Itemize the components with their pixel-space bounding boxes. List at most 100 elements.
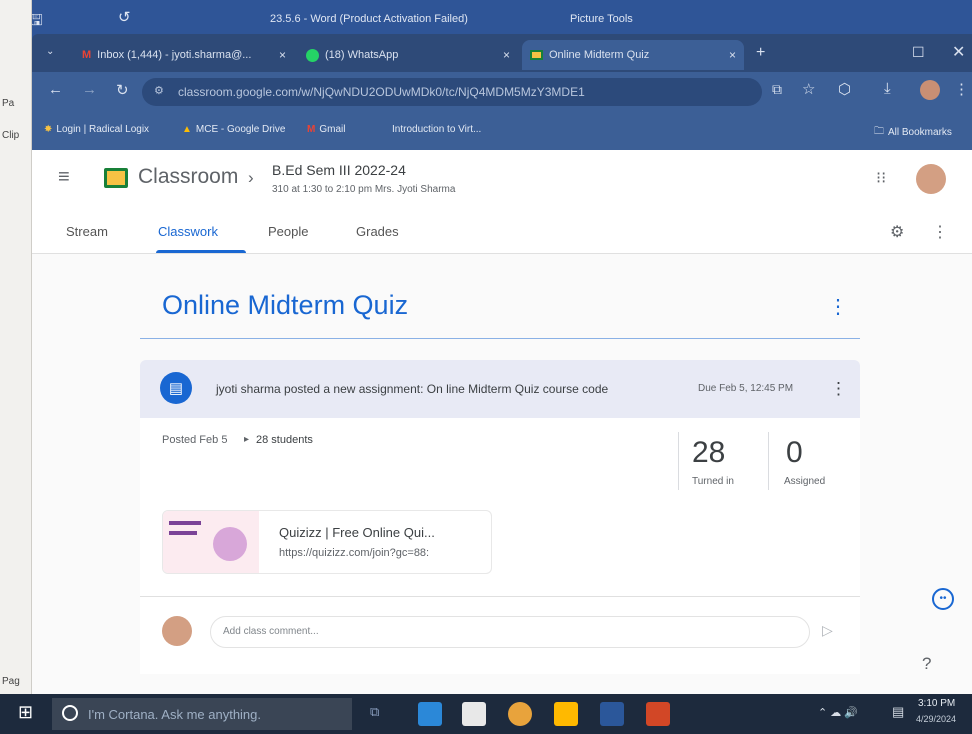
bookmarks-bar: ✸ Login | Radical Logix ▲ MCE - Google Dri… [32,112,972,150]
word-title: 23.5.6 - Word (Product Activation Failed… [270,13,468,25]
bookmark-mce-drive[interactable]: ▲ MCE - Google Drive [182,124,285,135]
tab-whatsapp-label: (18) WhatsApp [325,49,399,61]
active-tab-indicator [156,250,246,253]
edge-icon[interactable] [418,702,442,726]
reload-icon[interactable]: ↻ [116,81,129,99]
due-date: Due Feb 5, 12:45 PM [698,383,794,394]
file-explorer-icon[interactable] [554,702,578,726]
more-options-icon[interactable]: ⋮ [932,222,948,242]
store-icon[interactable] [462,702,486,726]
windows-taskbar: ⊞ I'm Cortana. Ask me anything. ⧉ ⌃ ☁ 🔊 … [0,694,972,734]
main-menu-icon[interactable]: ≡ [58,166,70,189]
radical-logix-icon: ✸ [44,124,53,135]
turned-in-count[interactable]: 28 [692,436,725,470]
send-icon[interactable]: ▷ [822,622,833,639]
gmail-icon: M [82,49,92,61]
tab-people[interactable]: People [268,224,308,239]
bookmark-label: MCE - Google Drive [195,124,286,135]
notification-icon[interactable]: ▤ [892,704,904,720]
word-left-item-page: Pag [2,676,20,687]
chrome-icon[interactable] [508,702,532,726]
task-view-icon[interactable]: ⧉ [370,704,379,720]
tab-classwork[interactable]: Classwork [158,224,218,239]
word-left-item-pa: Pa [2,98,15,109]
user-avatar[interactable] [916,164,946,194]
title-divider [140,338,860,339]
cast-icon[interactable]: ⧉ [772,81,782,98]
all-bookmarks[interactable]: 🗀 All Bookmarks [874,124,952,141]
bookmark-star-icon[interactable]: ☆ [802,80,815,98]
post-text: jyoti sharma posted a new assignment: On… [216,382,609,396]
class-comment-input[interactable]: Add class comment... [210,616,810,648]
bookmark-radical-logix[interactable]: ✸ Login | Radical Logix [44,124,149,135]
site-info-icon[interactable]: ⚙ [154,84,164,97]
post-more-icon[interactable]: ⋮ [830,379,847,399]
assigned-count[interactable]: 0 [786,436,803,470]
stat-divider [678,432,679,490]
start-icon[interactable]: ⊞ [18,702,33,723]
attachment-url: https://quizizz.com/join?gc=88: [279,547,430,559]
powerpoint-icon[interactable] [646,702,670,726]
browser-menu-icon[interactable]: ⋮ [954,80,969,98]
classroom-page: ≡ Classroom › B.Ed Sem III 2022-24 310 a… [32,150,972,694]
bookmark-label: Introduction to Virt... [392,124,482,135]
comment-divider [140,596,860,597]
tab-whatsapp[interactable]: (18) WhatsApp × [298,40,518,70]
tab-gmail[interactable]: M Inbox (1,444) - jyoti.sharma@... × [74,40,294,70]
tab-grades[interactable]: Grades [356,224,399,239]
download-icon[interactable]: ⤓ [884,80,891,97]
bookmark-introduction[interactable]: Introduction to Virt... [392,124,481,135]
google-drive-icon: ▲ [182,124,192,135]
assignment-icon: ▤ [160,372,192,404]
word-left-pane: Pa Clip Pag [0,0,32,734]
forward-icon[interactable]: → [82,81,97,98]
address-bar[interactable]: ⚙ classroom.google.com/w/NjQwNDU2ODUwMDk… [142,78,762,106]
whatsapp-icon [306,48,319,62]
back-icon[interactable]: ← [48,81,63,98]
browser-window: ⌄ M Inbox (1,444) - jyoti.sharma@... × (… [32,34,972,150]
classroom-brand[interactable]: Classroom [138,165,238,189]
gmail-icon: M [307,124,316,135]
word-left-item-clip: Clip [2,130,20,141]
undo-icon[interactable]: ↺ [118,8,131,26]
classroom-logo-icon [104,168,128,188]
classroom-appbar: ≡ Classroom › B.Ed Sem III 2022-24 310 a… [32,150,972,214]
breadcrumb-chevron-icon: › [248,168,254,187]
tab-quiz-label: Online Midterm Quiz [549,49,650,61]
assignment-more-icon[interactable]: ⋮ [828,294,848,319]
students-count[interactable]: 28 students [256,434,313,446]
cortana-search[interactable]: I'm Cortana. Ask me anything. [52,698,352,730]
assignment-title: Online Midterm Quiz [162,290,409,320]
students-arrow-icon: ▸ [244,434,250,445]
attachment-card[interactable]: Quizizz | Free Online Qui... https://qui… [162,510,492,574]
tab-online-midterm-quiz[interactable]: Online Midterm Quiz × [522,40,744,70]
bookmark-label: Login | Radical Logix [56,124,150,135]
close-window-icon[interactable]: ✕ [952,42,965,62]
close-tab-icon[interactable]: × [279,48,286,62]
restore-window-icon[interactable]: ☐ [912,44,925,61]
profile-avatar-icon[interactable] [920,80,940,100]
assistant-icon[interactable]: •• [932,588,954,610]
assigned-label: Assigned [784,476,826,487]
tab-stream[interactable]: Stream [66,224,108,239]
thumbnail-art [213,527,247,561]
classroom-icon [530,50,543,60]
posted-date: Posted Feb 5 [162,434,228,446]
cortana-placeholder: I'm Cortana. Ask me anything. [88,706,262,722]
settings-gear-icon[interactable]: ⚙ [890,222,904,242]
close-tab-icon[interactable]: × [729,48,736,62]
extensions-icon[interactable]: ⬡ [838,80,851,98]
new-tab-icon[interactable]: + [756,44,765,62]
tab-search-chevron-icon[interactable]: ⌄ [46,46,54,57]
word-icon[interactable] [600,702,624,726]
close-tab-icon[interactable]: × [503,48,510,62]
system-tray-icons[interactable]: ⌃ ☁ 🔊 [818,706,858,719]
bookmark-gmail[interactable]: M Gmail [307,124,345,135]
attachment-thumbnail [163,511,259,573]
post-header: ▤ jyoti sharma posted a new assignment: … [140,360,860,418]
clock-date: 4/29/2024 [916,714,957,724]
clock-time: 3:10 PM [918,698,956,709]
course-name[interactable]: B.Ed Sem III 2022-24 [272,162,406,178]
help-icon[interactable]: ? [922,654,931,674]
google-apps-icon[interactable]: ⁝⁝ [876,168,886,188]
